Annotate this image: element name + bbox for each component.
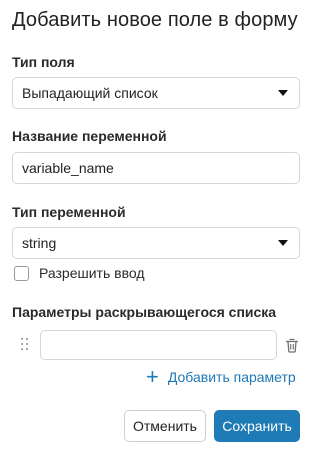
field-type-select[interactable]: Выпадающий список xyxy=(12,77,300,109)
param-value-input[interactable] xyxy=(40,330,277,360)
field-type-value: Выпадающий список xyxy=(22,85,158,101)
variable-name-input[interactable] xyxy=(12,152,300,184)
save-button[interactable]: Сохранить xyxy=(214,410,300,442)
trash-icon[interactable] xyxy=(285,338,299,353)
variable-name-label: Название переменной xyxy=(12,128,167,144)
variable-type-value: string xyxy=(22,235,57,251)
dialog-title: Добавить новое поле в форму xyxy=(12,9,298,31)
allow-input-checkbox[interactable] xyxy=(14,265,29,281)
cancel-button[interactable]: Отменить xyxy=(124,410,206,442)
chevron-down-icon xyxy=(278,240,288,246)
plus-icon: + xyxy=(146,364,159,389)
variable-type-select[interactable]: string xyxy=(12,227,300,259)
field-type-label: Тип поля xyxy=(12,54,75,70)
dropdown-params-label: Параметры раскрывающегося списка xyxy=(12,304,277,320)
add-param-label: Добавить параметр xyxy=(167,369,296,385)
allow-input-row[interactable]: Разрешить ввод xyxy=(14,265,145,281)
variable-type-label: Тип переменной xyxy=(12,204,126,220)
allow-input-label: Разрешить ввод xyxy=(39,265,145,281)
chevron-down-icon xyxy=(278,90,288,96)
drag-handle-icon[interactable] xyxy=(21,338,29,352)
add-param-button[interactable]: + Добавить параметр xyxy=(146,364,296,389)
